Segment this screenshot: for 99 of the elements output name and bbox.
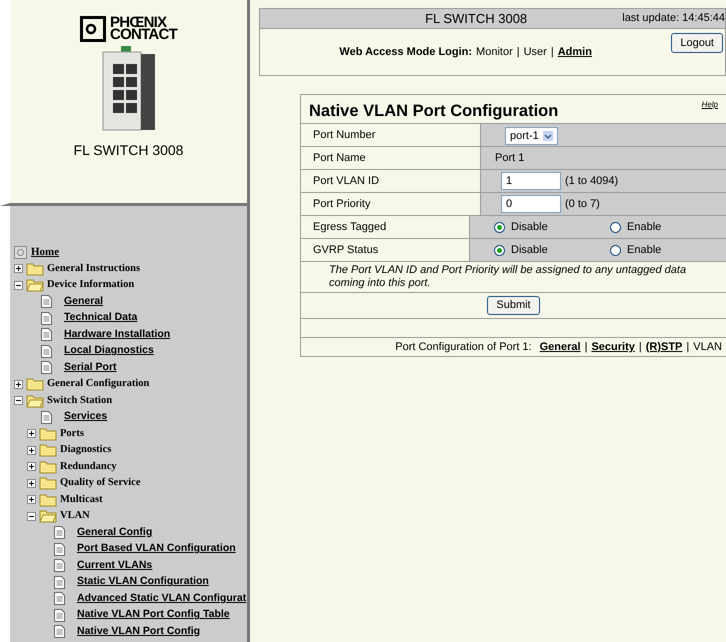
form-title: Native VLAN Port Configuration	[309, 101, 560, 122]
folder-icon	[39, 492, 57, 507]
tree-link[interactable]: General	[64, 294, 104, 310]
separator: |	[686, 340, 690, 355]
port-name-value: Port 1	[494, 150, 524, 166]
footer-current: VLAN	[693, 340, 722, 355]
document-icon	[41, 410, 52, 424]
range-hint: (1 to 4094)	[565, 174, 618, 189]
folder-icon	[26, 262, 44, 276]
field-label: Port Priority	[313, 196, 370, 212]
tree-link[interactable]: Services	[64, 409, 108, 426]
collapse-icon[interactable]	[14, 396, 23, 406]
collapse-icon[interactable]	[27, 512, 36, 521]
tree-link[interactable]: Hardware Installation	[64, 326, 170, 343]
field-label: Port Name	[313, 150, 366, 166]
expand-icon[interactable]	[14, 380, 23, 389]
login-mode-link[interactable]: Admin	[558, 44, 592, 60]
tree-link[interactable]: Local Diagnostics	[64, 343, 154, 360]
tree-folder[interactable]: Switch Station	[47, 392, 112, 409]
tree-folder[interactable]: Multicast	[60, 492, 103, 508]
submit-button[interactable]: Submit	[487, 296, 540, 315]
tree-folder[interactable]: Diagnostics	[60, 442, 112, 458]
tree-link[interactable]: Static VLAN Configuration	[77, 574, 209, 590]
document-icon	[41, 312, 52, 325]
expand-icon[interactable]	[14, 264, 23, 274]
folder-icon	[39, 509, 57, 524]
radio-option[interactable]: Enable	[610, 218, 726, 236]
expand-icon[interactable]	[27, 462, 36, 472]
field-label: Port VLAN ID	[313, 174, 380, 189]
footer-link[interactable]: Security	[591, 338, 635, 356]
help-link[interactable]: Help	[702, 95, 718, 111]
folder-icon	[39, 443, 57, 458]
document-icon	[41, 344, 52, 358]
logo-wordmark: PHŒNIX CONTACT	[110, 17, 177, 41]
tree-folder[interactable]: VLAN	[60, 508, 90, 524]
tree-folder[interactable]: Ports	[60, 426, 84, 442]
tree-link[interactable]: Native VLAN Port Config Table	[77, 607, 230, 624]
info-note: The Port VLAN ID and Port Priority will be assigned to any untagged data coming into this port.	[329, 264, 688, 290]
login-mode-link[interactable]: Monitor	[476, 44, 513, 60]
tree-folder[interactable]: General Configuration	[47, 376, 150, 392]
tree-link[interactable]: Technical Data	[64, 310, 138, 326]
input-field[interactable]: 0	[501, 195, 561, 213]
input-field[interactable]: 1	[501, 172, 561, 190]
expand-icon[interactable]	[27, 446, 36, 455]
range-hint: (0 to 7)	[565, 196, 600, 212]
tree-folder[interactable]: Device Information	[47, 277, 134, 294]
header-title: FL SWITCH 3008	[424, 10, 528, 28]
login-mode-link[interactable]: User	[524, 44, 547, 60]
tree-folder[interactable]: Quality of Service	[60, 475, 140, 492]
document-icon	[41, 361, 52, 374]
expand-icon[interactable]	[27, 478, 36, 488]
tree-folder[interactable]: General Instructions	[47, 260, 140, 277]
folder-icon	[39, 460, 57, 474]
folder-icon	[26, 377, 44, 392]
tree-link[interactable]: Home	[31, 244, 60, 260]
document-icon	[54, 608, 65, 622]
last-update: last update: 14:45:44	[622, 11, 725, 26]
footer-label: Port Configuration of Port 1:	[395, 340, 532, 355]
expand-icon[interactable]	[27, 429, 36, 438]
field-label: GVRP Status	[313, 242, 378, 258]
separator: |	[550, 45, 554, 60]
radio-option[interactable]: Disable	[494, 218, 610, 236]
tree-link[interactable]: Advanced Static VLAN Configurat	[77, 590, 246, 607]
document-icon	[41, 328, 52, 342]
document-icon	[54, 625, 65, 638]
tree-link[interactable]: Port Based VLAN Configuration	[77, 541, 236, 558]
expand-icon[interactable]	[27, 495, 36, 504]
footer-link[interactable]: General	[540, 338, 581, 356]
folder-icon	[26, 278, 44, 292]
radio-option[interactable]: Disable	[494, 242, 610, 258]
home-icon	[14, 246, 27, 259]
field-label: Egress Tagged	[313, 220, 386, 235]
device-name: FL SWITCH 3008	[74, 141, 184, 160]
dropdown-caret-icon	[542, 131, 553, 142]
tree-link[interactable]: Current VLANs	[77, 558, 152, 574]
login-label: Web Access Mode Login:	[339, 45, 472, 60]
radio-option[interactable]: Enable	[610, 242, 726, 258]
document-icon	[54, 592, 65, 606]
folder-icon	[26, 394, 44, 408]
document-icon	[41, 295, 52, 308]
tree-link[interactable]: Native VLAN Port Config	[77, 624, 200, 640]
tree-folder[interactable]: Redundancy	[60, 458, 117, 475]
port-select[interactable]: port-1	[505, 127, 558, 146]
document-icon	[54, 559, 65, 572]
folder-icon	[39, 426, 57, 441]
separator: |	[584, 340, 588, 355]
collapse-icon[interactable]	[14, 280, 23, 290]
separator: |	[516, 45, 520, 60]
field-label: Port Number	[313, 128, 376, 143]
tree-link[interactable]: Serial Port	[64, 360, 117, 376]
document-icon	[54, 542, 65, 556]
logout-button[interactable]: Logout	[671, 33, 723, 53]
tree-link[interactable]: General Config	[77, 524, 152, 541]
document-icon	[54, 576, 65, 589]
separator: |	[638, 340, 642, 355]
document-icon	[54, 526, 65, 540]
logo-mark-icon	[80, 16, 106, 42]
footer-link[interactable]: (R)STP	[646, 338, 682, 356]
folder-icon	[39, 476, 57, 490]
